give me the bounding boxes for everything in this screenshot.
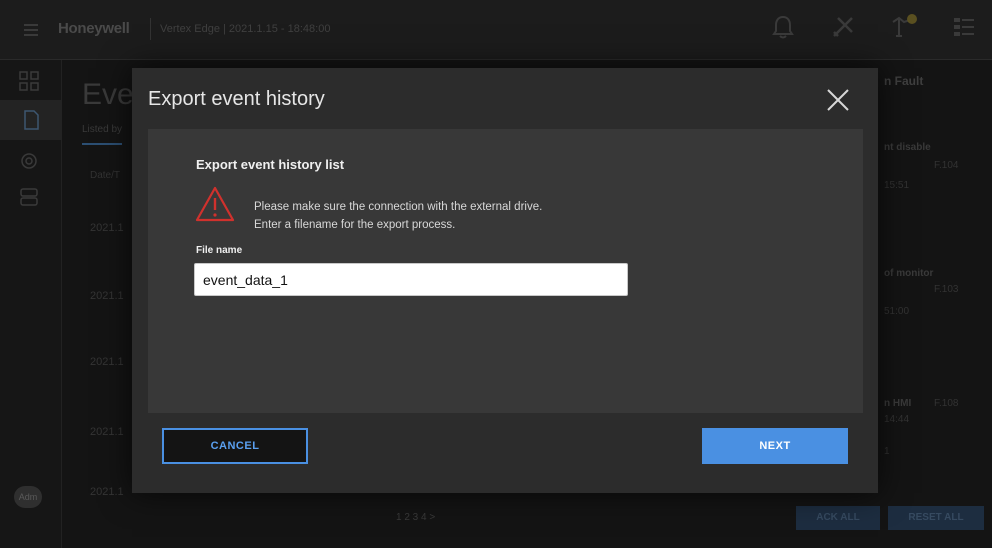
tab-listed-by[interactable]: Listed by [82, 124, 123, 145]
device-info: Vertex Edge | 2021.1.15 - 18:48:00 [160, 23, 331, 35]
bell-icon[interactable] [768, 12, 812, 48]
grid-icon[interactable] [18, 70, 44, 96]
table-row[interactable]: 2021.1 [90, 426, 124, 438]
fault-card-title: n HMI [884, 398, 912, 409]
table-row[interactable]: 2021.1 [90, 222, 124, 234]
app-screen: Honeywell Vertex Edge | 2021.1.15 - 18:4… [0, 0, 992, 548]
warning-text-line: Please make sure the connection with the… [254, 201, 543, 213]
close-icon[interactable] [822, 84, 854, 116]
fault-card-time: 14:44 [884, 414, 910, 425]
fault-card-code: F.104 [934, 160, 959, 171]
export-dialog: Export event history Export event histor… [132, 68, 878, 493]
fault-card-time: 51:00 [884, 306, 910, 317]
brand-logo: Honeywell [58, 20, 130, 37]
page-title: Eve [82, 78, 134, 111]
alert-device-icon[interactable] [888, 12, 932, 48]
fault-panel-title: n Fault [884, 74, 924, 88]
file-name-input[interactable] [194, 263, 628, 296]
reset-all-button[interactable]: RESET ALL [888, 506, 984, 530]
top-bar: Honeywell Vertex Edge | 2021.1.15 - 18:4… [0, 0, 992, 60]
warning-icon [194, 185, 236, 223]
event-list-icon[interactable] [948, 12, 992, 48]
file-name-label: File name [196, 245, 243, 256]
cancel-button[interactable]: CANCEL [162, 428, 308, 464]
dialog-body: Export event history list Please make su… [148, 129, 863, 413]
left-nav: Adm [0, 60, 62, 548]
fault-card-time: 15:51 [884, 180, 910, 191]
menu-icon[interactable] [24, 24, 38, 36]
settings-icon[interactable] [18, 150, 44, 176]
user-avatar[interactable]: Adm [14, 486, 42, 508]
fault-card-title: nt disable [884, 142, 931, 153]
tools-icon[interactable] [828, 12, 872, 48]
brand-divider [150, 18, 151, 40]
ack-all-button[interactable]: ACK ALL [796, 506, 880, 530]
table-row[interactable]: 2021.1 [90, 290, 124, 302]
fault-card-title: of monitor [884, 268, 934, 279]
top-icons [752, 12, 992, 48]
fault-card-code: F.108 [934, 398, 959, 409]
column-header-date: Date/T [90, 170, 121, 181]
dialog-heading: Export event history list [196, 157, 345, 172]
warning-text-line: Enter a filename for the export process. [254, 219, 456, 231]
device-icon[interactable] [18, 186, 44, 212]
table-row[interactable]: 2021.1 [90, 486, 124, 498]
document-icon[interactable] [0, 100, 62, 140]
dialog-title: Export event history [148, 88, 325, 110]
table-row[interactable]: 2021.1 [90, 356, 124, 368]
next-button[interactable]: NEXT [702, 428, 848, 464]
fault-page-marker: 1 [884, 446, 890, 457]
fault-card-code: F.103 [934, 284, 959, 295]
pagination[interactable]: 1 2 3 4 > [396, 512, 435, 523]
